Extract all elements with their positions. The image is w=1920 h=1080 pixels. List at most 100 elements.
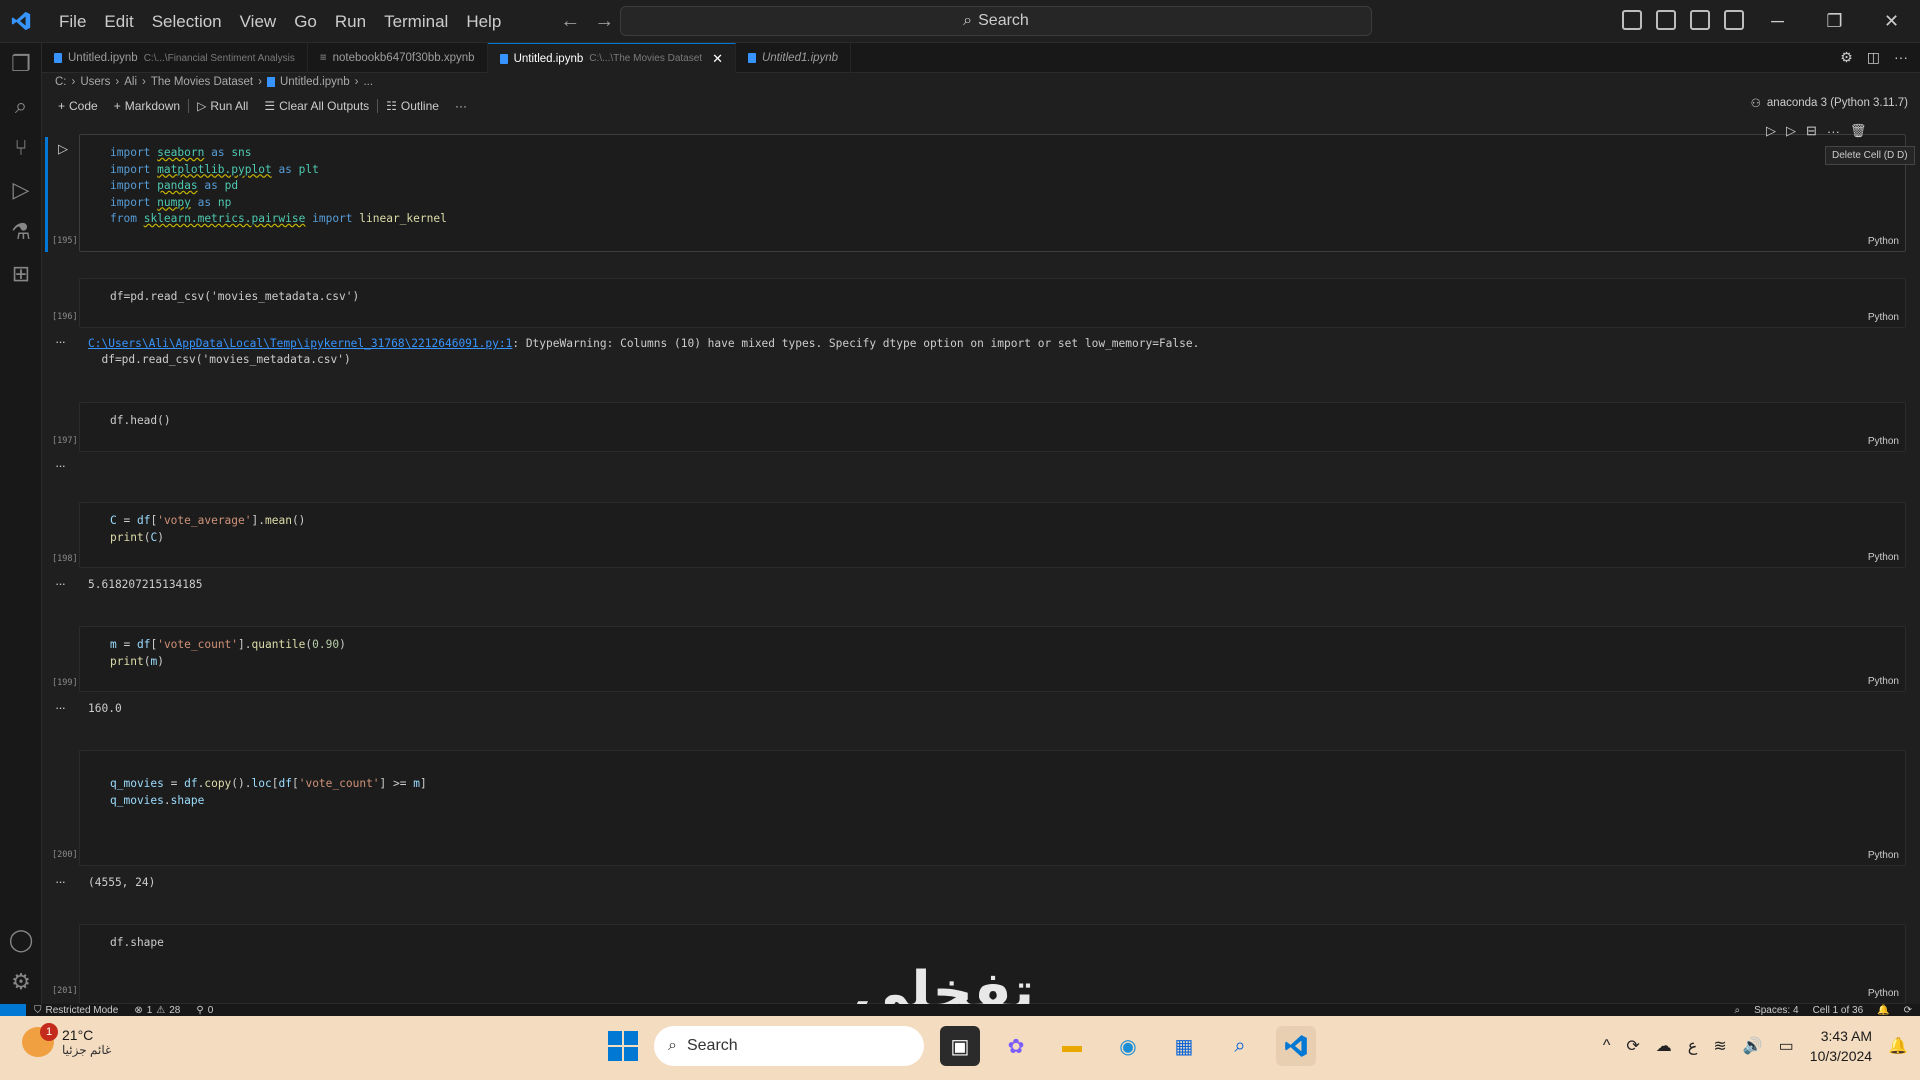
notification-bell-icon[interactable]: 🔔 bbox=[1888, 1036, 1908, 1056]
back-arrow-icon[interactable]: ← bbox=[560, 10, 580, 33]
remote-indicator-icon[interactable] bbox=[0, 1004, 26, 1016]
chevron-up-icon[interactable]: ^ bbox=[1603, 1037, 1611, 1055]
menu-edit[interactable]: Edit bbox=[95, 0, 142, 43]
close-tab-icon[interactable]: ✕ bbox=[712, 51, 723, 67]
settings-gear-icon[interactable]: ⚙ bbox=[1840, 49, 1853, 66]
close-window-icon[interactable]: ✕ bbox=[1863, 0, 1920, 43]
wifi-icon[interactable]: ≋ bbox=[1713, 1036, 1726, 1056]
vscode-taskbar-icon[interactable] bbox=[1276, 1026, 1316, 1066]
code-cell-199[interactable]: m = df['vote_count'].quantile(0.90) prin… bbox=[79, 626, 1906, 692]
cell-language[interactable]: Python bbox=[1868, 552, 1899, 563]
taskbar-search[interactable]: ⌕ Search bbox=[654, 1026, 924, 1066]
outline-button[interactable]: ☷ Outline bbox=[378, 99, 447, 113]
cell-language[interactable]: Python bbox=[1868, 312, 1899, 323]
cell-code[interactable]: df.head() bbox=[110, 413, 171, 430]
settings-gear-icon[interactable]: ⚙ bbox=[0, 961, 42, 1003]
menu-file[interactable]: File bbox=[50, 0, 95, 43]
output-more-icon[interactable]: ··· bbox=[55, 874, 66, 889]
breadcrumb-item[interactable]: The Movies Dataset bbox=[151, 76, 253, 88]
battery-icon[interactable]: ▭ bbox=[1779, 1036, 1794, 1056]
cell-code[interactable]: import seaborn as sns import matplotlib.… bbox=[110, 145, 447, 228]
code-cell-198[interactable]: C = df['vote_average'].mean() print(C) P… bbox=[79, 502, 1906, 568]
cell-more-icon[interactable]: ··· bbox=[1827, 124, 1840, 139]
clock[interactable]: 3:43 AM 10/3/2024 bbox=[1810, 1026, 1872, 1066]
breadcrumb-item[interactable]: Untitled.ipynb bbox=[280, 76, 350, 88]
cell-code[interactable]: df.shape bbox=[110, 935, 164, 952]
tab-untitled-financial[interactable]: Untitled.ipynb C:\...\Financial Sentimen… bbox=[42, 43, 308, 73]
menu-run[interactable]: Run bbox=[326, 0, 375, 43]
code-cell-200[interactable]: q_movies = df.copy().loc[df['vote_count'… bbox=[79, 750, 1906, 866]
menu-terminal[interactable]: Terminal bbox=[375, 0, 457, 43]
start-windows-icon[interactable] bbox=[608, 1031, 638, 1061]
restricted-mode-item[interactable]: ⛉ Restricted Mode bbox=[26, 1005, 126, 1016]
clear-outputs-button[interactable]: ☰ Clear All Outputs bbox=[256, 99, 377, 113]
volume-icon[interactable]: 🔊 bbox=[1743, 1036, 1763, 1056]
add-code-button[interactable]: + Code bbox=[50, 99, 106, 113]
search-app-icon[interactable]: ⌕ bbox=[1220, 1026, 1260, 1066]
run-cell-icon[interactable]: ▷ bbox=[58, 141, 68, 157]
breadcrumb-item[interactable]: ... bbox=[363, 76, 373, 88]
warning-file-link[interactable]: C:\Users\Ali\AppData\Local\Temp\ipykerne… bbox=[88, 337, 512, 350]
tab-notebookb6470[interactable]: ≡ notebookb6470f30bb.xpynb bbox=[308, 43, 488, 73]
search-view-icon[interactable]: ⌕ bbox=[0, 85, 42, 127]
breadcrumb-item[interactable]: C: bbox=[55, 76, 67, 88]
accounts-icon[interactable]: ◯ bbox=[0, 919, 42, 961]
toggle-primary-sidebar-icon[interactable] bbox=[1622, 10, 1642, 30]
output-more-icon[interactable]: ··· bbox=[55, 334, 66, 349]
edge-browser-icon[interactable]: ◉ bbox=[1108, 1026, 1148, 1066]
cell-language[interactable]: Python bbox=[1868, 436, 1899, 447]
split-cell-icon[interactable]: ⊟ bbox=[1806, 123, 1817, 139]
code-cell-196[interactable]: df=pd.read_csv('movies_metadata.csv') Py… bbox=[79, 278, 1906, 328]
toolbar-more-button[interactable]: ··· bbox=[447, 99, 475, 113]
tab-untitled1[interactable]: Untitled1.ipynb bbox=[736, 43, 852, 73]
run-all-button[interactable]: ▷ Run All bbox=[189, 99, 256, 113]
cell-language[interactable]: Python bbox=[1868, 850, 1899, 861]
testing-flask-icon[interactable]: ⚗ bbox=[0, 211, 42, 253]
minimize-icon[interactable]: ─ bbox=[1749, 0, 1806, 43]
cell-position-item[interactable]: Cell 1 of 36 bbox=[1813, 1005, 1864, 1016]
breadcrumb-item[interactable]: Ali bbox=[124, 76, 137, 88]
cell-code[interactable]: df=pd.read_csv('movies_metadata.csv') bbox=[110, 289, 359, 306]
add-markdown-button[interactable]: + Markdown bbox=[106, 99, 188, 113]
sync-tray-icon[interactable]: ⟳ bbox=[1626, 1036, 1639, 1056]
execute-below-icon[interactable]: ▷ bbox=[1786, 123, 1796, 139]
notifications-bell-icon[interactable]: 🔔 bbox=[1877, 1005, 1889, 1016]
cell-code[interactable]: q_movies = df.copy().loc[df['vote_count'… bbox=[110, 776, 427, 809]
restore-icon[interactable]: ❐ bbox=[1806, 0, 1863, 43]
explorer-icon[interactable]: ❐ bbox=[0, 43, 42, 85]
microsoft-store-icon[interactable]: ▦ bbox=[1164, 1026, 1204, 1066]
menu-view[interactable]: View bbox=[231, 0, 286, 43]
zoom-icon[interactable]: ⌕ bbox=[1734, 1005, 1740, 1016]
weather-widget[interactable]: 1 21°C غائم جزئيا bbox=[22, 1023, 111, 1057]
output-more-icon[interactable]: ··· bbox=[55, 700, 66, 715]
breadcrumb-item[interactable]: Users bbox=[80, 76, 110, 88]
delete-cell-icon[interactable]: 🗑 bbox=[1850, 123, 1867, 139]
indentation-item[interactable]: Spaces: 4 bbox=[1754, 1005, 1798, 1016]
command-center-search[interactable]: ⌕ Search bbox=[620, 6, 1372, 36]
menu-go[interactable]: Go bbox=[285, 0, 326, 43]
code-cell-195[interactable]: import seaborn as sns import matplotlib.… bbox=[79, 134, 1906, 252]
tab-untitled-movies[interactable]: Untitled.ipynb C:\...\The Movies Dataset… bbox=[487, 43, 736, 73]
vscode-logo-icon[interactable] bbox=[0, 0, 42, 43]
cell-language[interactable]: Python bbox=[1868, 988, 1899, 999]
onedrive-cloud-icon[interactable]: ☁ bbox=[1656, 1036, 1672, 1056]
cell-code[interactable]: m = df['vote_count'].quantile(0.90) prin… bbox=[110, 637, 346, 670]
run-debug-icon[interactable]: ▷ bbox=[0, 169, 42, 211]
toggle-panel-icon[interactable] bbox=[1656, 10, 1676, 30]
extensions-icon[interactable]: ⊞ bbox=[0, 253, 42, 295]
task-view-icon[interactable]: ▣ bbox=[940, 1026, 980, 1066]
source-control-icon[interactable]: ⑂ bbox=[0, 127, 42, 169]
forward-arrow-icon[interactable]: → bbox=[594, 10, 614, 33]
ports-item[interactable]: ⚲ 0 bbox=[188, 1005, 221, 1016]
more-actions-icon[interactable]: ··· bbox=[1894, 49, 1908, 66]
toggle-secondary-sidebar-icon[interactable] bbox=[1690, 10, 1710, 30]
input-language[interactable]: ع bbox=[1688, 1036, 1698, 1056]
file-explorer-icon[interactable]: ▬ bbox=[1052, 1026, 1092, 1066]
cell-language[interactable]: Python bbox=[1868, 676, 1899, 687]
customize-layout-icon[interactable] bbox=[1724, 10, 1744, 30]
kernel-picker[interactable]: ⚇ anaconda 3 (Python 3.11.7) bbox=[1751, 96, 1908, 110]
split-editor-icon[interactable]: ◫ bbox=[1867, 49, 1880, 66]
output-more-icon[interactable]: ··· bbox=[55, 576, 66, 591]
code-cell-197[interactable]: df.head() Python bbox=[79, 402, 1906, 452]
sync-icon[interactable]: ⟳ bbox=[1904, 1005, 1912, 1016]
